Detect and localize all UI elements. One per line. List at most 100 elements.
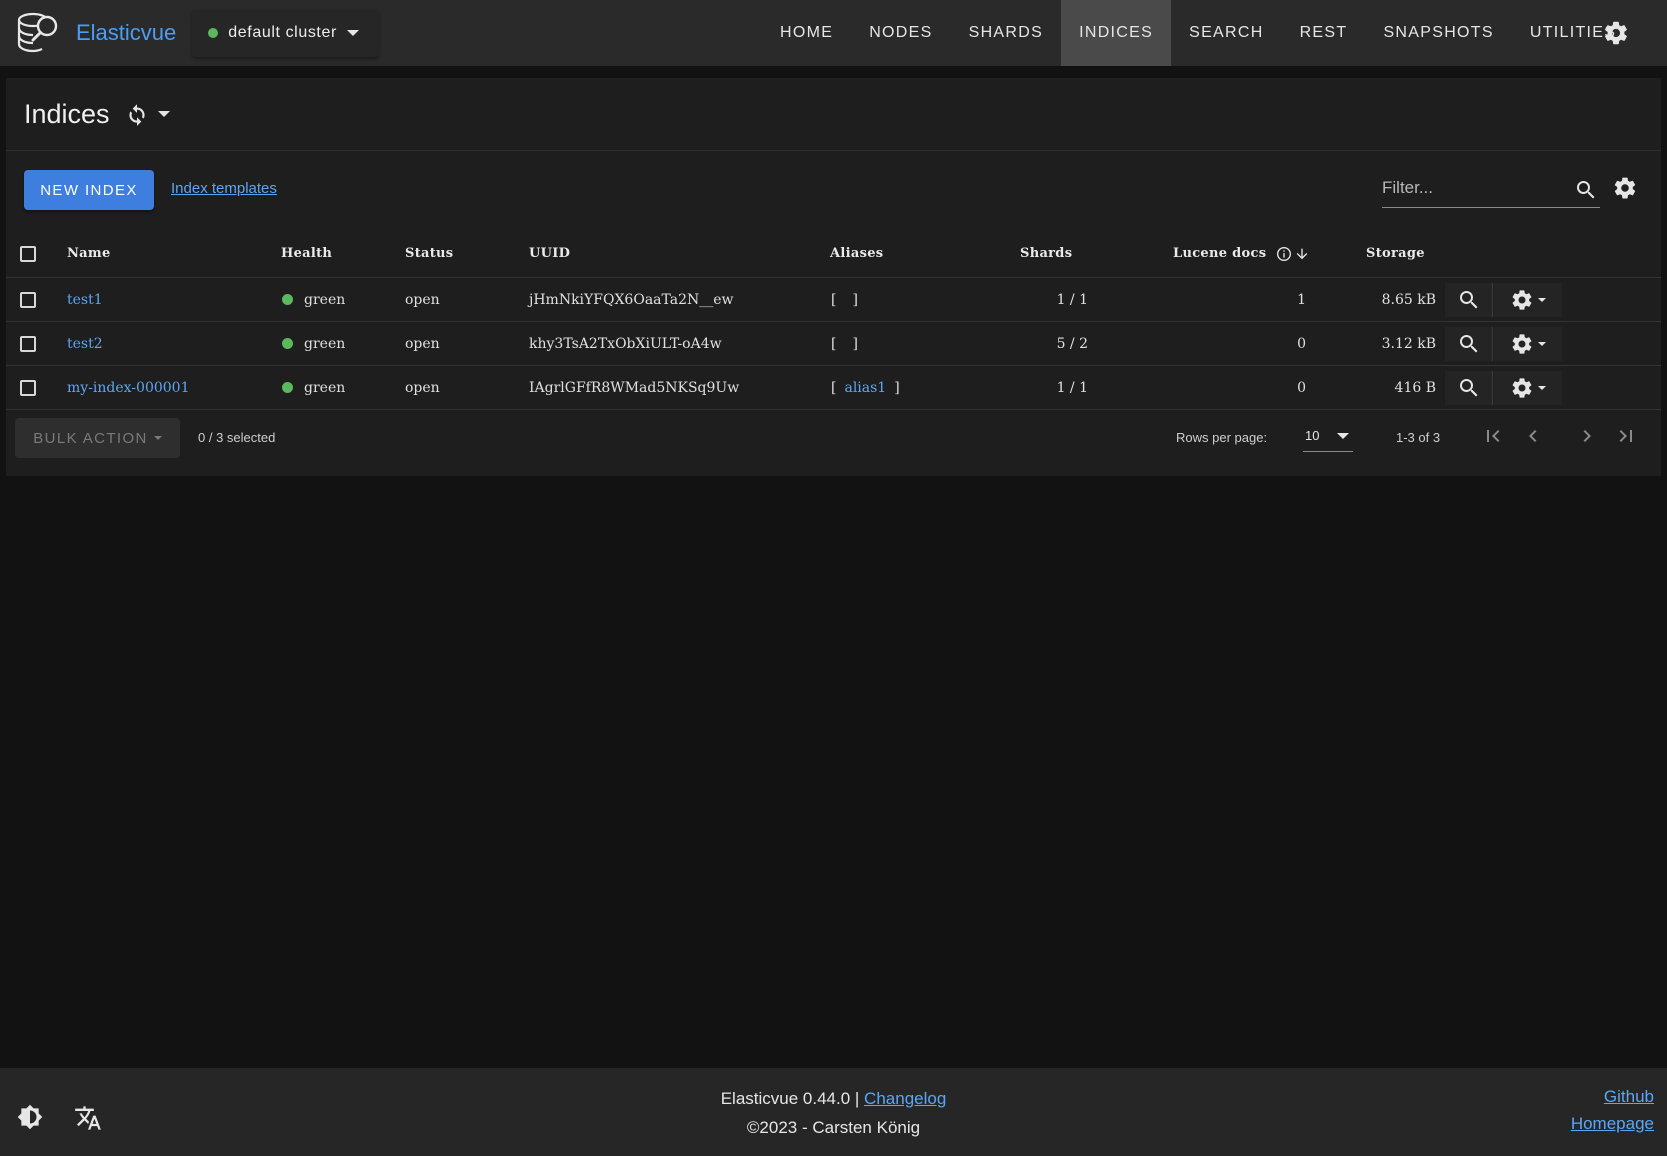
alias-bracket-open: [	[831, 335, 837, 352]
bulk-action-button[interactable]: BULK ACTION	[15, 418, 180, 458]
index-name-link[interactable]: my-index-000001	[67, 366, 189, 409]
alias-bracket-close: ]	[852, 335, 858, 352]
health-text: green	[304, 379, 346, 396]
status-text: open	[405, 379, 440, 396]
select-all-checkbox[interactable]	[20, 245, 36, 262]
index-actions-menu-button[interactable]	[1494, 371, 1562, 405]
last-page-icon[interactable]	[1614, 424, 1638, 448]
filter-input[interactable]	[1382, 172, 1562, 204]
aliases-cell: [ ]	[831, 322, 858, 365]
search-index-button[interactable]	[1445, 371, 1493, 405]
gear-icon	[1510, 376, 1534, 400]
changelog-link[interactable]: Changelog	[864, 1089, 946, 1108]
rows-per-page-select[interactable]: 10	[1303, 420, 1353, 452]
header-name[interactable]: Name	[67, 230, 111, 277]
brand[interactable]: Elasticvue	[0, 0, 176, 66]
cluster-status-dot	[208, 28, 219, 38]
prev-page-icon[interactable]	[1521, 424, 1545, 448]
header-aliases[interactable]: Aliases	[830, 230, 883, 277]
header-lucene-docs-label: Lucene docs	[1173, 246, 1267, 261]
pagination-range: 1-3 of 3	[1396, 430, 1441, 445]
aliases-cell: [ alias1 ]	[831, 366, 900, 409]
shards-text: 1 / 1	[1056, 379, 1088, 396]
nav-indices[interactable]: INDICES	[1061, 0, 1172, 66]
nav-search[interactable]: SEARCH	[1171, 0, 1281, 66]
card-header: Indices	[6, 78, 1661, 151]
reload-icon[interactable]	[124, 101, 150, 127]
version-text: Elasticvue 0.44.0 |	[720, 1089, 860, 1108]
search-icon	[1457, 376, 1481, 400]
nav-shards[interactable]: SHARDS	[951, 0, 1061, 66]
storage-text: 8.65 kB	[1381, 291, 1436, 308]
alias-link[interactable]: alias1	[844, 380, 886, 396]
storage-text: 3.12 kB	[1381, 335, 1436, 352]
nav-rest[interactable]: REST	[1282, 0, 1366, 66]
health-cell: green	[282, 278, 345, 321]
indices-card: Indices NEW INDEX Index templates Name H…	[6, 78, 1661, 476]
header-uuid[interactable]: UUID	[529, 230, 570, 277]
header-status[interactable]: Status	[405, 230, 453, 277]
header-lucene-docs[interactable]: Lucene docs	[1173, 230, 1310, 277]
health-cell: green	[282, 322, 345, 365]
chevron-down-icon	[1538, 342, 1546, 346]
index-actions-menu-button[interactable]	[1494, 283, 1562, 317]
search-icon	[1457, 332, 1481, 356]
bulk-action-label: BULK ACTION	[33, 429, 148, 447]
table-row: test2 green open khy3TsA2TxObXiULT-oA4w …	[6, 322, 1661, 366]
first-page-icon[interactable]	[1481, 424, 1505, 448]
index-name-link[interactable]: test2	[67, 322, 103, 365]
search-index-button[interactable]	[1445, 283, 1493, 317]
alias-bracket-close: ]	[894, 379, 900, 396]
info-icon[interactable]	[1276, 246, 1292, 262]
indices-toolbar: NEW INDEX Index templates	[6, 170, 1661, 216]
filter-field	[1382, 172, 1600, 208]
main-nav: HOME NODES SHARDS INDICES SEARCH REST SN…	[762, 0, 1634, 66]
reload-options-chevron-icon[interactable]	[157, 111, 170, 117]
search-index-button[interactable]	[1445, 327, 1493, 361]
index-actions-menu-button[interactable]	[1494, 327, 1562, 361]
homepage-link[interactable]: Homepage	[1571, 1114, 1654, 1134]
header-storage[interactable]: Storage	[1366, 230, 1425, 277]
header-health[interactable]: Health	[281, 230, 332, 277]
rows-per-page-value: 10	[1305, 428, 1320, 443]
new-index-button[interactable]: NEW INDEX	[24, 170, 154, 210]
arrow-down-icon[interactable]	[1294, 246, 1310, 262]
nav-home[interactable]: HOME	[762, 0, 851, 66]
search-icon	[1457, 288, 1481, 312]
table-header-row: Name Health Status UUID Aliases Shards L…	[6, 230, 1661, 278]
github-link[interactable]: Github	[1604, 1087, 1654, 1107]
nav-snapshots[interactable]: SNAPSHOTS	[1365, 0, 1511, 66]
row-checkbox[interactable]	[20, 335, 36, 352]
row-checkbox[interactable]	[20, 291, 36, 308]
indices-table: Name Health Status UUID Aliases Shards L…	[6, 230, 1661, 410]
row-select-cell	[20, 366, 36, 409]
index-name-link[interactable]: test1	[67, 278, 103, 321]
top-app-bar: Elasticvue default cluster HOME NODES SH…	[0, 0, 1667, 66]
uuid-text: khy3TsA2TxObXiULT-oA4w	[529, 335, 722, 352]
row-select-cell	[20, 322, 36, 365]
table-row: my-index-000001 green open IAgrlGFfR8WMa…	[6, 366, 1661, 410]
chevron-down-icon	[346, 30, 359, 36]
cluster-name: default cluster	[228, 24, 337, 41]
next-page-icon[interactable]	[1575, 424, 1599, 448]
chevron-down-icon	[1538, 298, 1546, 302]
gear-icon[interactable]	[1602, 19, 1630, 47]
chevron-down-icon	[153, 436, 162, 440]
alias-bracket-open: [	[831, 379, 837, 396]
nav-nodes[interactable]: NODES	[851, 0, 950, 66]
copyright-text: ©2023 - Carsten König	[746, 1118, 921, 1137]
shards-text: 5 / 2	[1056, 335, 1088, 352]
row-checkbox[interactable]	[20, 379, 36, 396]
alias-bracket-close: ]	[852, 291, 858, 308]
index-templates-link[interactable]: Index templates	[171, 180, 277, 197]
rows-per-page-label: Rows per page:	[1176, 430, 1268, 445]
health-dot	[282, 294, 293, 305]
health-text: green	[304, 291, 346, 308]
shards-text: 1 / 1	[1056, 291, 1088, 308]
header-shards[interactable]: Shards	[1020, 230, 1072, 277]
table-settings-gear-icon[interactable]	[1612, 175, 1638, 201]
cluster-selector[interactable]: default cluster	[192, 9, 379, 57]
gear-icon	[1510, 332, 1534, 356]
app-name[interactable]: Elasticvue	[76, 20, 176, 46]
table-row: test1 green open jHmNkiYFQX6OaaTa2N__ew …	[6, 278, 1661, 322]
